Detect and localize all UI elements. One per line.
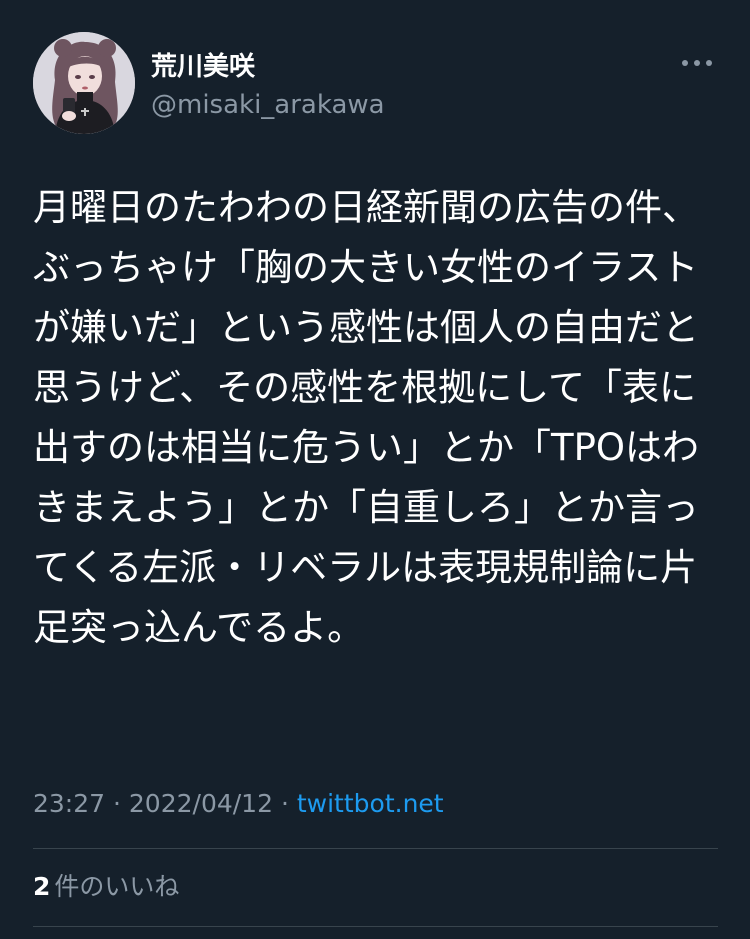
divider [33, 848, 718, 849]
tweet-meta: 23:27 · 2022/04/12 · twittbot.net [33, 784, 444, 824]
meta-separator: · [113, 789, 121, 818]
source-link[interactable]: twittbot.net [297, 789, 444, 818]
divider [33, 926, 718, 927]
tweet-time[interactable]: 23:27 [33, 789, 105, 818]
likes-link[interactable]: 2 件のいいね [33, 868, 179, 906]
tweet-date[interactable]: 2022/04/12 [129, 789, 273, 818]
tweet-header: 荒川美咲 @misaki_arakawa [33, 32, 723, 136]
tweet-text: 月曜日のたわわの日経新聞の広告の件、ぶっちゃけ「胸の大きい女性のイラストが嫌いだ… [33, 186, 700, 649]
likes-count: 2 [33, 872, 51, 901]
display-name[interactable]: 荒川美咲 [151, 50, 255, 84]
avatar-illustration-icon [33, 32, 135, 134]
more-horizontal-icon[interactable] [679, 54, 715, 72]
avatar[interactable] [33, 32, 135, 134]
handle[interactable]: @misaki_arakawa [151, 88, 385, 122]
likes-label: 件のいいね [54, 872, 180, 901]
meta-separator: · [280, 789, 289, 818]
